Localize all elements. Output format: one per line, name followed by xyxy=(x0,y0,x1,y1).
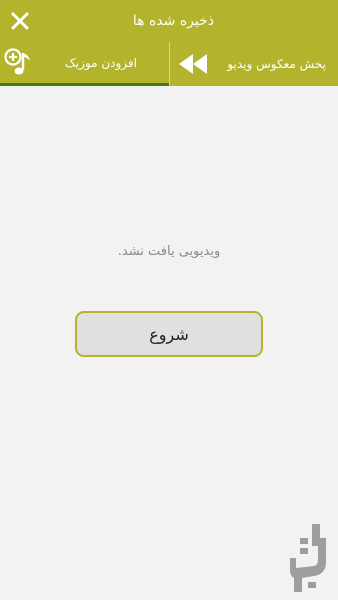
add-music-icon xyxy=(4,48,30,75)
page-title: ذخیره شده ها xyxy=(132,13,214,29)
tab-add-music[interactable]: افزودن موزیک xyxy=(0,42,169,86)
close-icon xyxy=(11,12,29,30)
start-button[interactable]: شروع xyxy=(75,311,263,357)
rewind-icon xyxy=(179,54,207,74)
tab-bar: پخش معکوس ویدیو افزودن موزیک xyxy=(0,42,338,86)
tab-add-music-label: افزودن موزیک xyxy=(65,56,137,70)
tab-reverse-video[interactable]: پخش معکوس ویدیو xyxy=(169,42,338,86)
tab-reverse-video-label: پخش معکوس ویدیو xyxy=(227,57,326,71)
empty-state-message: ویدیویی یافت نشد. xyxy=(117,244,221,259)
title-bar: ذخیره شده ها xyxy=(0,0,338,42)
close-button[interactable] xyxy=(0,0,40,42)
app-store-logo-icon xyxy=(290,524,326,592)
